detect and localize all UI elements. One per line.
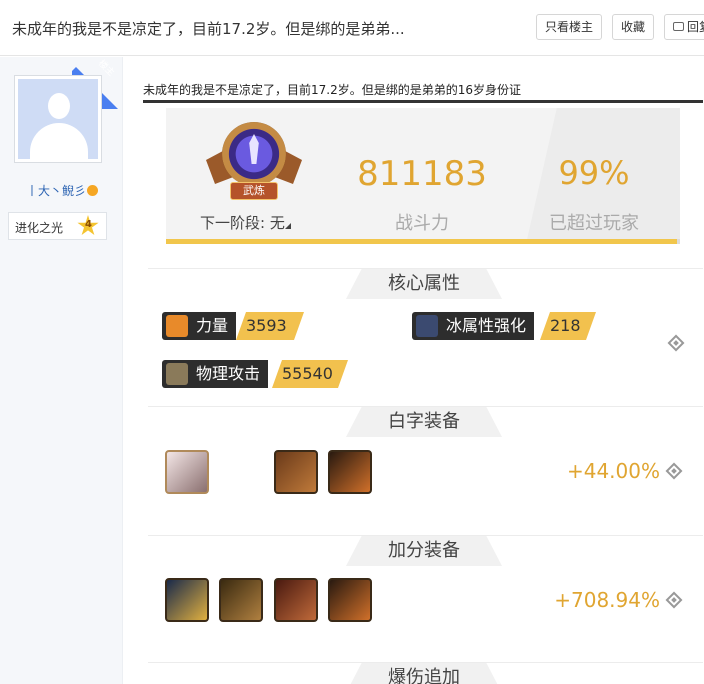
- reply-icon: [673, 22, 684, 31]
- attr-name: 物理攻击: [162, 360, 269, 388]
- heading-underline: [143, 100, 703, 103]
- expand-diamond-icon[interactable]: [665, 591, 683, 609]
- power-value: 811183: [357, 154, 487, 194]
- ice-crystal-icon: [416, 315, 438, 337]
- reply-label: 回复: [687, 20, 704, 34]
- gear-weapon-icon[interactable]: [165, 578, 209, 622]
- attr-name: 冰属性强化: [412, 312, 535, 340]
- stats-panel: 武炼 下一阶段: 无 811183 战斗力 99% 已超过玩家: [166, 108, 680, 244]
- attr-name-text: 力量: [196, 316, 229, 335]
- percent-label: 已超过玩家: [549, 213, 639, 234]
- user-sidebar: 楼主 丨大丶鲵彡 进化之光 4: [0, 57, 124, 684]
- user-level-badge[interactable]: 进化之光 4: [8, 212, 107, 240]
- username-text: 丨大丶鲵彡: [26, 184, 87, 198]
- white-gear-bonus: +44.00%: [566, 459, 660, 483]
- avatar[interactable]: [14, 75, 102, 163]
- section-white-gear-title: 白字装备: [346, 407, 502, 437]
- section-core-title: 核心属性: [346, 269, 502, 299]
- attr-name: 力量: [162, 312, 237, 340]
- attr-value: 55540: [272, 360, 348, 388]
- username-link[interactable]: 丨大丶鲵彡: [26, 182, 99, 199]
- section-divider: [148, 406, 703, 407]
- attr-chip-ice: 冰属性强化 218: [412, 312, 596, 340]
- attr-chip-physical-attack: 物理攻击 55540: [162, 360, 348, 388]
- reply-button[interactable]: 回复: [664, 14, 704, 40]
- badge-level: 4: [85, 219, 92, 230]
- rank-medal-icon: 武炼: [206, 120, 302, 210]
- percent-value: 99%: [558, 154, 630, 192]
- thread-title: 未成年的我是不是凉定了，目前17.2岁。但是绑的是弟弟...: [12, 20, 405, 38]
- expand-diamond-icon[interactable]: [667, 334, 685, 352]
- next-stage-text: 下一阶段: 无: [200, 214, 285, 232]
- default-avatar-icon: [18, 79, 98, 159]
- progress-bar: [166, 239, 680, 244]
- section-divider: [148, 662, 703, 663]
- corner-triangle-icon: [284, 223, 291, 229]
- bonus-gear-bonus: +708.94%: [554, 588, 660, 612]
- power-label: 战斗力: [395, 213, 449, 234]
- post-heading: 未成年的我是不是凉定了，目前17.2岁。但是绑的是弟弟的16岁身份证: [143, 83, 521, 97]
- only-owner-button[interactable]: 只看楼主: [536, 14, 602, 40]
- gear-chest-icon[interactable]: [219, 578, 263, 622]
- attr-value: 3593: [236, 312, 304, 340]
- attr-name-text: 冰属性强化: [446, 316, 527, 335]
- gear-doll-icon[interactable]: [165, 450, 209, 494]
- badge-label: 进化之光: [15, 221, 64, 235]
- expand-diamond-icon[interactable]: [665, 462, 683, 480]
- gear-armor-icon[interactable]: [274, 450, 318, 494]
- smile-emoji-icon: [87, 185, 99, 196]
- next-stage: 下一阶段: 无: [200, 212, 291, 233]
- rank-badge-label: 武炼: [230, 182, 278, 200]
- sword-icon: [166, 363, 188, 385]
- gear-greaves-icon[interactable]: [328, 450, 372, 494]
- attr-value: 218: [540, 312, 596, 340]
- fist-icon: [166, 315, 188, 337]
- favorite-button[interactable]: 收藏: [612, 14, 654, 40]
- thread-header: 未成年的我是不是凉定了，目前17.2岁。但是绑的是弟弟... 只看楼主 收藏 回…: [0, 0, 704, 56]
- progress-fill: [166, 239, 678, 244]
- section-crit-title: 爆伤追加: [346, 663, 502, 684]
- gear-greaves-icon[interactable]: [328, 578, 372, 622]
- gear-armor-icon[interactable]: [274, 578, 318, 622]
- attr-name-text: 物理攻击: [196, 364, 261, 383]
- attr-chip-strength: 力量 3593: [162, 312, 304, 340]
- section-divider: [148, 268, 703, 269]
- section-bonus-gear-title: 加分装备: [346, 536, 502, 566]
- section-divider: [148, 535, 703, 536]
